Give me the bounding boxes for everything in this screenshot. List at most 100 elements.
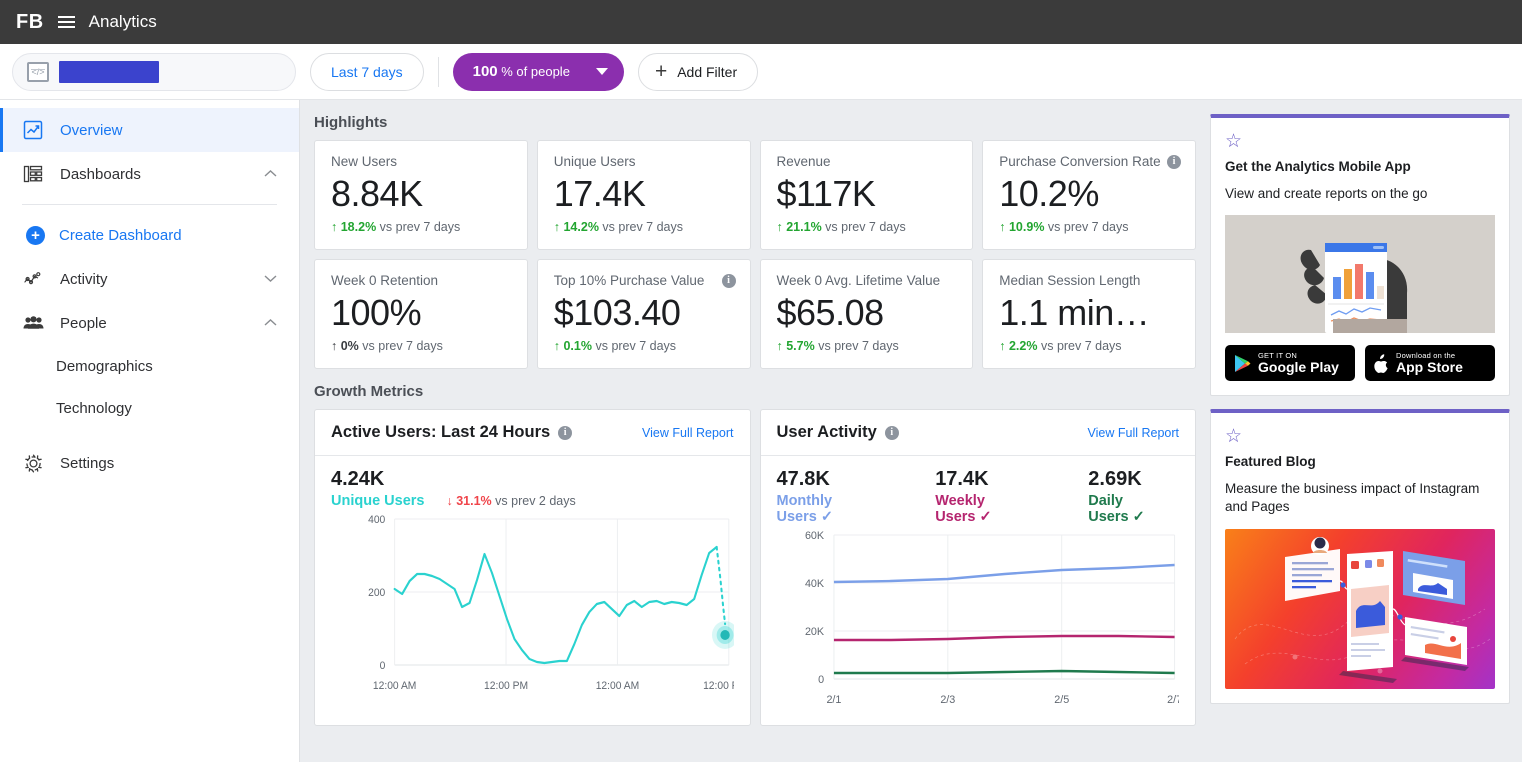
metric-card[interactable]: Unique Users 17.4K ↑ 14.2% vs prev 7 day… xyxy=(536,140,751,250)
ytick-20k: 20K xyxy=(804,626,824,638)
sidebar-item-demographics[interactable]: Demographics xyxy=(0,345,299,387)
delta-note: vs prev 7 days xyxy=(825,220,906,235)
legend-monthly-users[interactable]: 47.8K Monthly Users ✓ xyxy=(777,468,888,525)
trend-arrow-icon: ↓ xyxy=(446,494,453,508)
sidebar-item-label: Overview xyxy=(60,121,123,139)
active-users-value: 4.24K xyxy=(331,468,385,490)
delta-note: vs prev 7 days xyxy=(595,339,677,354)
view-full-report-link[interactable]: View Full Report xyxy=(1088,426,1179,440)
delta-note: vs prev 7 days xyxy=(1047,220,1129,235)
xtick-0: 12:00 AM xyxy=(373,680,416,692)
metric-card[interactable]: New Users 8.84K ↑ 18.2% vs prev 7 days xyxy=(314,140,528,250)
trend-arrow-icon: ↑ xyxy=(331,220,338,235)
info-icon[interactable]: i xyxy=(884,425,899,440)
active-users-chart[interactable]: 400 200 0 12:00 AM 12:00 PM 12:00 AM 12:… xyxy=(331,509,734,701)
featured-blog-image[interactable] xyxy=(1225,528,1495,689)
sidebar-item-dashboards[interactable]: Dashboards xyxy=(0,152,299,196)
weekly-users-value: 17.4K xyxy=(935,468,989,490)
active-users-title: Active Users: Last 24 Hours xyxy=(331,423,551,441)
hamburger-icon[interactable] xyxy=(57,16,75,28)
sidebar-item-settings[interactable]: Settings xyxy=(0,441,299,485)
active-users-header: Active Users: Last 24 Hours i View Full … xyxy=(315,410,750,456)
delta-value: 18.2% xyxy=(340,220,377,235)
delta-note: vs prev 7 days xyxy=(362,339,443,354)
metric-card[interactable]: Revenue $117K ↑ 21.1% vs prev 7 days xyxy=(759,140,974,250)
delta-note: vs prev 2 days xyxy=(495,494,576,508)
star-icon[interactable]: ☆ xyxy=(1225,427,1244,446)
metric-label: Week 0 Avg. Lifetime Value xyxy=(776,273,941,288)
metric-value: 1.1 min… xyxy=(999,292,1150,333)
plus-circle-icon: + xyxy=(26,225,45,245)
metric-delta: ↑ 10.9% vs prev 7 days xyxy=(999,220,1179,234)
sidebar-item-overview[interactable]: Overview xyxy=(0,108,299,152)
store-buttons-row: GET IT ON Google Play Download on the Ap… xyxy=(1225,345,1495,382)
activity-nodes-icon xyxy=(22,268,44,290)
create-dashboard-label: Create Dashboard xyxy=(59,226,182,244)
metric-value: 8.84K xyxy=(331,173,423,214)
star-icon[interactable]: ☆ xyxy=(1225,132,1244,151)
metric-card[interactable]: Top 10% Purchase Value i $103.40 ↑ 0.1% … xyxy=(536,259,751,369)
ytick-200: 200 xyxy=(368,587,385,599)
active-users-delta: ↓ 31.1% vs prev 2 days xyxy=(446,494,575,508)
google-play-icon xyxy=(1235,354,1251,372)
date-range-button[interactable]: Last 7 days xyxy=(310,52,424,91)
metric-delta: ↑ 18.2% vs prev 7 days xyxy=(331,220,511,234)
hand-holding-phone-image xyxy=(1225,215,1495,334)
sidebar-item-technology[interactable]: Technology xyxy=(0,387,299,429)
delta-note: vs prev 7 days xyxy=(1040,339,1122,354)
metric-card[interactable]: Week 0 Retention 100% ↑ 0% vs prev 7 day… xyxy=(314,259,528,369)
app-selector[interactable]: </> xyxy=(12,52,296,91)
google-play-button[interactable]: GET IT ON Google Play xyxy=(1225,345,1355,382)
info-icon[interactable]: i xyxy=(558,425,573,440)
promo-subtitle: View and create reports on the go xyxy=(1225,186,1428,201)
metric-card[interactable]: Week 0 Avg. Lifetime Value $65.08 ↑ 5.7%… xyxy=(759,259,974,369)
people-percent-label: % of people xyxy=(501,64,570,79)
people-icon xyxy=(22,312,44,334)
info-icon[interactable]: i xyxy=(721,274,736,288)
view-full-report-link[interactable]: View Full Report xyxy=(642,426,733,440)
trend-arrow-icon: ↑ xyxy=(553,220,560,235)
create-dashboard-button[interactable]: + Create Dashboard xyxy=(0,213,299,257)
sidebar-item-people[interactable]: People xyxy=(0,301,299,345)
delta-value: 5.7% xyxy=(786,339,815,354)
dashboard-grid-icon xyxy=(22,163,44,185)
legend-daily-users[interactable]: 2.69K Daily Users ✓ xyxy=(1088,468,1179,525)
user-activity-title: User Activity xyxy=(776,423,877,441)
sidebar-item-activity[interactable]: Activity xyxy=(0,257,299,301)
xtick-3: 12:00 PM xyxy=(703,680,733,692)
sidebar-divider xyxy=(22,204,277,205)
ytick-400: 400 xyxy=(368,514,385,526)
delta-value: 31.1% xyxy=(456,494,492,508)
sidebar: Overview Dashboards + Create Dashboard A… xyxy=(0,100,300,762)
trend-arrow-icon: ↑ xyxy=(776,220,783,235)
app-store-button[interactable]: Download on the App Store xyxy=(1365,345,1495,382)
xtick-1: 12:00 PM xyxy=(484,680,528,692)
delta-value: 21.1% xyxy=(786,220,822,235)
metric-value: 17.4K xyxy=(553,173,646,214)
metric-label: New Users xyxy=(331,154,398,169)
user-activity-chart[interactable]: 60K 40K 20K 0 2/1 2/3 2/5 2/ xyxy=(777,525,1179,717)
add-filter-button[interactable]: + Add Filter xyxy=(637,52,759,91)
delta-value: 0.1% xyxy=(563,339,592,354)
info-icon[interactable]: i xyxy=(1167,155,1181,169)
metrics-column: Highlights New Users 8.84K ↑ 18.2% vs pr… xyxy=(314,114,1196,762)
app-title: Analytics xyxy=(88,12,157,31)
metric-label: Top 10% Purchase Value xyxy=(553,273,705,288)
delta-value: 14.2% xyxy=(563,220,599,235)
mobile-app-promo-card: ☆ Get the Analytics Mobile App View and … xyxy=(1210,114,1510,397)
people-percent-filter[interactable]: 100 % of people xyxy=(452,52,624,91)
chevron-down-icon xyxy=(595,68,608,75)
monthly-users-value: 47.8K xyxy=(776,468,830,490)
trend-arrow-icon: ↑ xyxy=(776,339,783,354)
highlights-grid: New Users 8.84K ↑ 18.2% vs prev 7 days U… xyxy=(314,140,1196,369)
metric-card[interactable]: Purchase Conversion Rate i 10.2% ↑ 10.9%… xyxy=(982,140,1196,250)
xtick-2-7: 2/7 xyxy=(1167,694,1179,706)
top-bar: FB Analytics xyxy=(0,0,1522,44)
check-icon: ✓ xyxy=(979,509,992,525)
xtick-2-5: 2/5 xyxy=(1054,694,1069,706)
metric-card[interactable]: Median Session Length 1.1 min… ↑ 2.2% vs… xyxy=(982,259,1196,369)
metric-delta: ↑ 2.2% vs prev 7 days xyxy=(999,339,1179,353)
sidebar-item-label: Activity xyxy=(60,270,108,288)
metric-label: Median Session Length xyxy=(999,273,1141,288)
legend-weekly-users[interactable]: 17.4K Weekly Users ✓ xyxy=(935,468,1040,525)
